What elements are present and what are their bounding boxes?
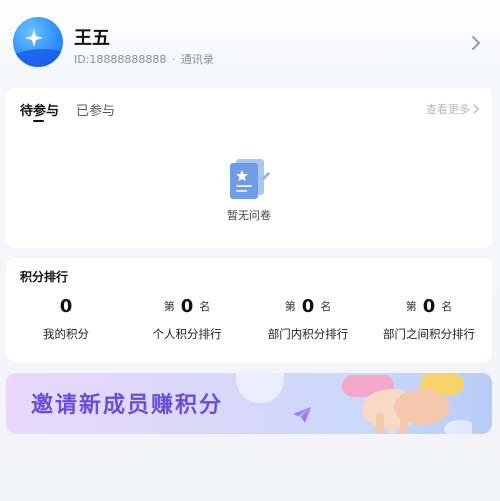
profile-id: ID:18888888888 [74,53,167,66]
view-more-link[interactable]: 查看更多 [426,101,480,117]
chevron-right-icon[interactable] [470,36,482,50]
hands-illustration-icon [342,373,472,434]
stat-label: 部门内积分排行 [267,327,349,341]
view-more-label: 查看更多 [426,103,470,116]
invite-banner[interactable]: 邀请新成员赚积分 [6,373,492,434]
stat-value: 0 [59,295,73,317]
stat-value: 0 [422,295,436,317]
coin-decoration [236,373,284,403]
stat-value: 0 [180,295,194,317]
stat-suffix: 名 [320,300,332,313]
ranking-title: 积分排行 [20,270,69,284]
stat-suffix: 名 [199,300,211,313]
stat-inter-dept-rank[interactable]: 第 0 名 部门之间积分排行 [369,294,489,342]
invite-banner-text: 邀请新成员赚积分 [31,393,224,418]
paper-plane-icon [293,407,311,423]
contacts-link[interactable]: 通讯录 [181,53,214,66]
empty-survey-icon [230,159,270,199]
tab-pending[interactable]: 待参与 [20,100,59,119]
survey-card: 待参与 已参与 查看更多 暂无问卷 [6,88,492,248]
profile-name: 王五 [74,28,110,49]
stat-suffix: 名 [441,300,453,313]
ranking-card: 积分排行 0 我的积分 第 0 名 个人积分排行 第 0 名 部门内积分排行 第… [6,258,492,362]
stat-value: 0 [301,295,315,317]
empty-state-text: 暂无问卷 [227,209,271,222]
chevron-right-icon [473,104,479,114]
stat-prefix: 第 [163,300,175,313]
stat-label: 个人积分排行 [152,327,222,341]
profile-meta: ID:18888888888 · 通讯录 [74,51,214,67]
stat-prefix: 第 [405,300,417,313]
stat-dept-internal-rank[interactable]: 第 0 名 部门内积分排行 [248,294,368,342]
stat-label: 部门之间积分排行 [383,327,475,341]
stat-prefix: 第 [284,300,296,313]
sparkle-icon [25,29,43,47]
stat-personal-rank[interactable]: 第 0 名 个人积分排行 [127,294,247,342]
stat-my-points[interactable]: 0 我的积分 [6,294,126,342]
active-tab-indicator [33,120,44,122]
meta-separator: · [171,53,176,66]
tab-completed[interactable]: 已参与 [76,100,115,119]
avatar [13,17,63,67]
stat-label: 我的积分 [43,327,89,341]
profile-header[interactable]: 王五 ID:18888888888 · 通讯录 [0,0,500,86]
